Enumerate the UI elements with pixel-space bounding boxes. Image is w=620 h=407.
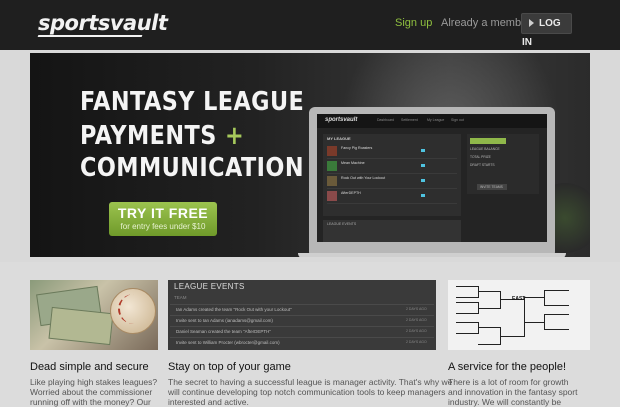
- screen-team-row: Mean Machine: [327, 159, 457, 174]
- event-text: Invite sent to William Procter (wbrocter…: [176, 340, 280, 345]
- screen-team-row: Fancy Pig Roasters: [327, 144, 457, 159]
- body-line: Like playing high stakes leagues?: [30, 377, 158, 387]
- team-avatar: [327, 161, 337, 171]
- event-time: 2 DAYS AGO: [406, 329, 427, 333]
- body-line: There is a lot of room for growth: [448, 377, 569, 387]
- events-team-header: TEAM: [174, 295, 187, 300]
- team-name: Mean Machine: [341, 161, 365, 165]
- check-icon: [421, 164, 425, 167]
- screen-nav-item: Dashboard: [377, 118, 395, 122]
- event-time: 2 DAYS AGO: [406, 307, 427, 311]
- league-events-title: LEAGUE EVENTS: [174, 282, 245, 291]
- feature-body-game: The secret to having a successful league…: [168, 377, 452, 407]
- body-line: interested and active.: [168, 397, 249, 407]
- bracket-line: [478, 291, 501, 309]
- plus-sign: +: [224, 121, 245, 151]
- body-line: will continue developing top notch commu…: [168, 387, 446, 397]
- body-line: Worried about the commissioner: [30, 387, 153, 397]
- screen-events-title: LEAGUE EVENTS: [327, 222, 357, 226]
- top-navigation-bar: sportsvault Sign up Already a member? LO…: [0, 0, 620, 50]
- bracket-line: [500, 299, 525, 337]
- cta-label: TRY IT FREE: [117, 205, 209, 221]
- headline-line-2: PAYMENTS +: [80, 121, 244, 151]
- screen-team-row: Rock Out with Your Lockout: [327, 174, 457, 189]
- invite-label: INVITE TEAMS: [480, 185, 503, 189]
- bracket-line: [544, 314, 569, 330]
- headline-payments: PAYMENTS: [80, 121, 217, 151]
- dollar-bill: [48, 306, 114, 346]
- cta-sublabel: for entry fees under $10: [120, 222, 206, 231]
- login-button[interactable]: LOG IN: [521, 13, 572, 48]
- money-baseball-image: [30, 280, 158, 350]
- event-text: Ian Adams created the team "Rock Out wit…: [176, 307, 292, 312]
- bracket-east-label: EAST: [512, 296, 526, 302]
- laptop-base: [298, 253, 566, 257]
- try-it-free-button[interactable]: TRY IT FREE for entry fees under $10: [109, 202, 217, 236]
- bracket-line: [456, 322, 479, 334]
- tournament-bracket-image: [448, 280, 590, 350]
- check-icon: [421, 194, 425, 197]
- event-text: Daniel Seaman created the team "AfterDEP…: [176, 329, 271, 334]
- body-line: and innovation in the fantasy sport: [448, 387, 578, 397]
- bracket-line: [456, 286, 479, 298]
- event-row: Invite sent to William Procter (wbrocter…: [170, 337, 434, 350]
- team-name: AfterDEPTH: [341, 191, 361, 195]
- team-avatar: [327, 191, 337, 201]
- laptop-mockup: sportsvault Dashboard Settlement My Leag…: [309, 107, 555, 254]
- baseball-seam: [118, 294, 150, 324]
- screen-nav-item: Sign out: [451, 118, 464, 122]
- side-label: LEAGUE BALANCE: [470, 147, 500, 151]
- bracket-line: [456, 302, 479, 314]
- play-arrow-icon: [529, 19, 534, 28]
- feature-title-people: A service for the people!: [448, 361, 567, 373]
- signup-link[interactable]: Sign up: [395, 17, 432, 29]
- event-time: 2 DAYS AGO: [406, 340, 427, 344]
- feature-body-secure: Like playing high stakes leagues? Worrie…: [30, 377, 157, 407]
- team-avatar: [327, 176, 337, 186]
- event-time: 2 DAYS AGO: [406, 318, 427, 322]
- headline-line-1: FANTASY LEAGUE: [80, 87, 305, 117]
- side-draft: DRAFT STARTS: [470, 163, 495, 167]
- laptop-screen: sportsvault Dashboard Settlement My Leag…: [317, 114, 547, 242]
- body-line: running off with the money? Our: [30, 397, 151, 407]
- screen-league-title: MY LEAGUE: [327, 136, 351, 141]
- check-icon: [421, 149, 425, 152]
- logo-underline: [37, 35, 143, 37]
- balance-bar: [470, 138, 506, 144]
- side-total: TOTAL PRIZE: [470, 155, 491, 159]
- check-icon: [421, 179, 425, 182]
- screen-nav-item: My League: [427, 118, 445, 122]
- team-name: Fancy Pig Roasters: [341, 146, 373, 150]
- feature-title-secure: Dead simple and secure: [30, 361, 149, 373]
- hero-banner: FANTASY LEAGUE PAYMENTS + COMMUNICATION …: [30, 53, 590, 257]
- team-name: Rock Out with Your Lockout: [341, 176, 386, 180]
- screen-team-row: AfterDEPTH: [327, 189, 457, 204]
- body-line: The secret to having a successful league…: [168, 377, 453, 387]
- event-text: Invite sent to Ian Adams (ianadams@gmail…: [176, 318, 273, 323]
- login-label: LOG IN: [522, 18, 561, 48]
- body-line: industry. We will constantly be: [448, 397, 562, 407]
- sportsvault-logo[interactable]: sportsvault: [38, 11, 168, 35]
- team-avatar: [327, 146, 337, 156]
- bracket-line: [524, 297, 545, 323]
- screen-logo: sportsvault: [325, 117, 358, 123]
- screen-nav-item: Settlement: [401, 118, 418, 122]
- bracket-line: [544, 290, 569, 306]
- headline-line-3: COMMUNICATION: [80, 153, 304, 183]
- feature-body-people: There is a lot of room for growth and in…: [448, 377, 577, 407]
- bracket-line: [478, 327, 501, 345]
- feature-title-game: Stay on top of your game: [168, 361, 291, 373]
